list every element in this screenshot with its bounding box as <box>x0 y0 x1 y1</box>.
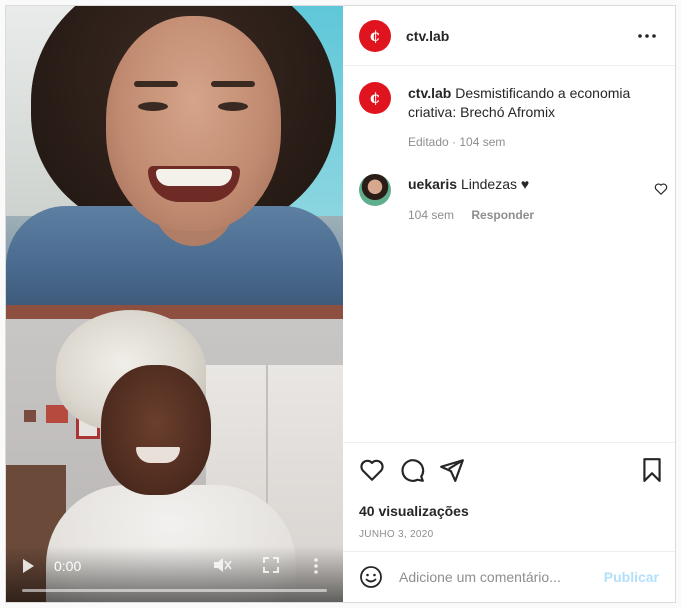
post-modal: 0:00 ¢ ctv.lab ¢ ctv.lab Desmistificando… <box>5 5 676 603</box>
more-options-icon[interactable] <box>635 26 659 46</box>
header-username[interactable]: ctv.lab <box>406 28 449 44</box>
video-player[interactable]: 0:00 <box>6 6 343 602</box>
video-time: 0:00 <box>54 558 82 574</box>
post-date[interactable]: JUNHO 3, 2020 <box>359 529 434 540</box>
comment-text: Lindezas ♥ <box>460 176 530 192</box>
emoji-smiley-icon[interactable] <box>359 565 383 589</box>
video-progress-bar[interactable] <box>22 589 327 592</box>
comment-username[interactable]: uekaris <box>408 176 457 192</box>
comment-item: uekaris Lindezas ♥ 104 sem Responder <box>343 174 675 234</box>
post-header: ¢ ctv.lab <box>343 6 675 66</box>
fullscreen-icon[interactable] <box>262 556 280 574</box>
video-more-icon[interactable] <box>313 556 319 576</box>
post-side-panel: ¢ ctv.lab ¢ ctv.lab Desmistificando a ec… <box>343 6 675 602</box>
play-icon[interactable] <box>23 559 34 573</box>
video-participant-top <box>6 6 343 305</box>
caption-username[interactable]: ctv.lab <box>408 85 451 101</box>
caption-avatar[interactable]: ¢ <box>359 82 391 114</box>
caption-text-block: ctv.lab Desmistificando a economia criat… <box>408 84 658 122</box>
comment-bubble-icon[interactable] <box>399 457 425 483</box>
comment-time: 104 sem <box>408 208 455 222</box>
comment-like-heart-icon[interactable] <box>654 182 668 196</box>
mute-icon[interactable] <box>212 556 232 574</box>
share-paper-plane-icon[interactable] <box>439 457 465 483</box>
post-actions: 40 visualizações JUNHO 3, 2020 <box>343 442 675 552</box>
comment-input[interactable] <box>399 566 599 588</box>
video-controls: 0:00 <box>6 546 343 602</box>
publish-button[interactable]: Publicar <box>604 569 659 585</box>
reply-button[interactable]: Responder <box>471 208 534 222</box>
like-heart-icon[interactable] <box>359 457 385 483</box>
caption-meta: Editado · 104 sem <box>408 135 506 149</box>
profile-avatar[interactable]: ¢ <box>359 20 391 52</box>
save-bookmark-icon[interactable] <box>639 457 665 483</box>
add-comment-bar: Publicar <box>343 551 675 602</box>
comment-avatar[interactable] <box>359 174 391 206</box>
view-count[interactable]: 40 visualizações <box>359 503 469 519</box>
comment-meta: 104 sem Responder <box>408 208 534 222</box>
comment-text-block: uekaris Lindezas ♥ <box>408 176 529 192</box>
